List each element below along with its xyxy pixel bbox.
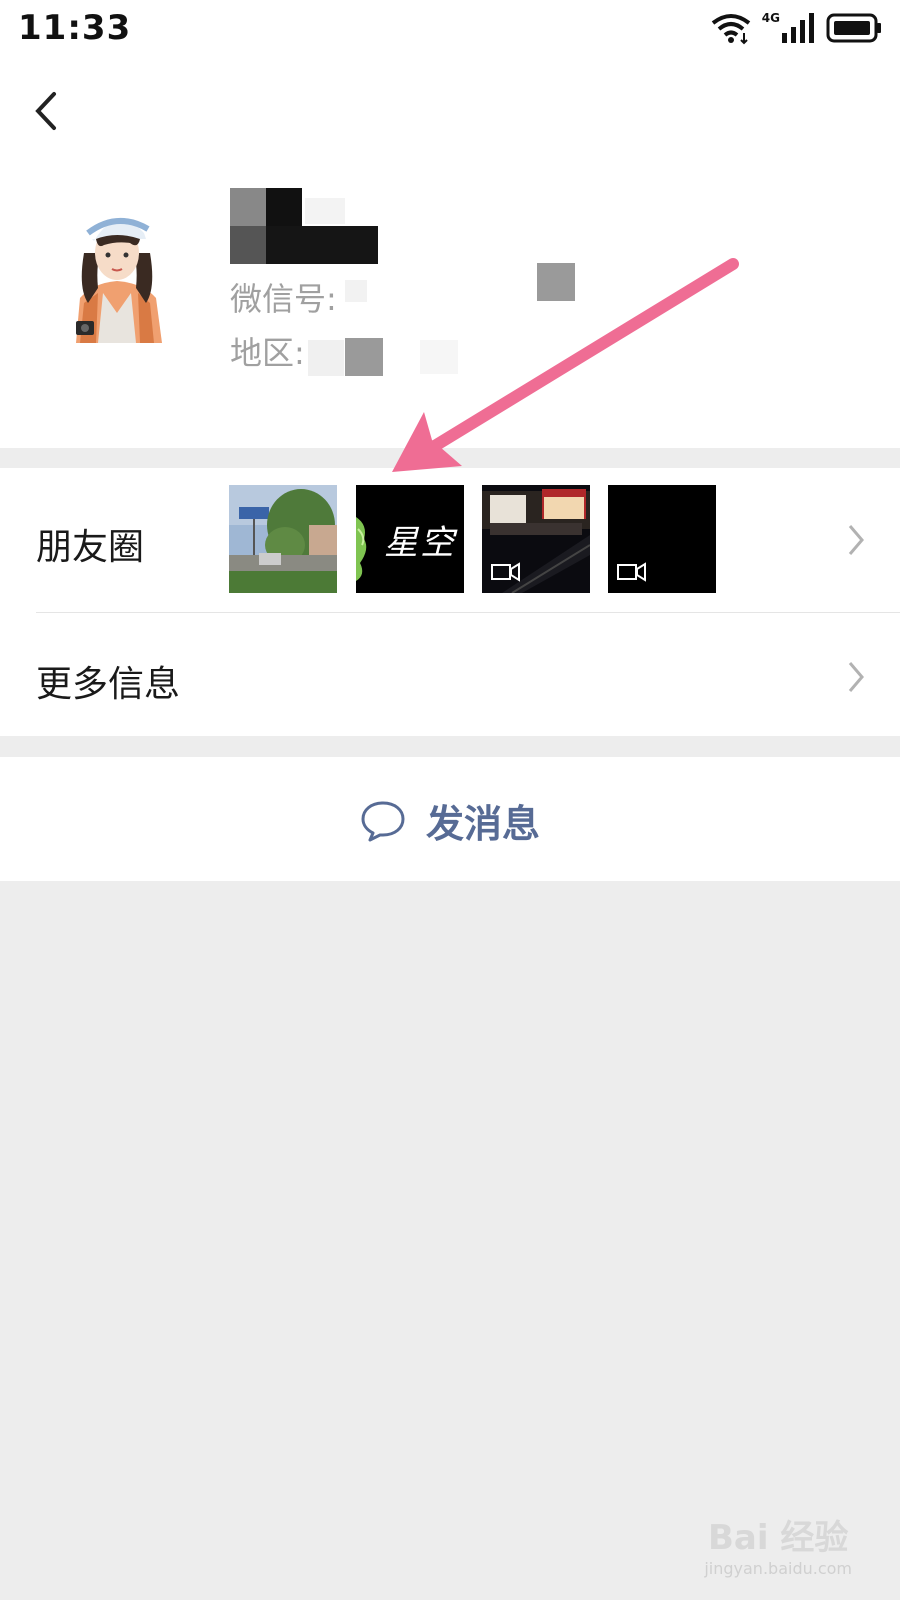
status-time: 11:33 — [18, 8, 132, 48]
moments-thumbnail-video-night[interactable] — [482, 485, 590, 593]
profile-header: 微信号: 地区: — [0, 58, 900, 448]
status-bar: 11:33 4G — [0, 0, 900, 58]
moments-thumbnail-street[interactable] — [229, 485, 337, 593]
battery-icon — [826, 13, 881, 43]
watermark-sub: jingyan.baidu.com — [704, 1559, 852, 1578]
chevron-right-icon — [848, 525, 864, 555]
region-label: 地区: — [230, 334, 305, 372]
nickname-mosaic — [230, 188, 378, 264]
moments-thumbnail-video-dark[interactable] — [608, 485, 716, 593]
more-info-label: 更多信息 — [36, 664, 181, 705]
send-message-label: 发消息 — [426, 802, 541, 846]
chevron-left-icon[interactable] — [26, 86, 66, 136]
chat-bubble-icon — [361, 801, 405, 841]
thumbnail-caption: 星空 — [384, 523, 456, 563]
moments-label: 朋友圈 — [36, 527, 145, 568]
wifi-icon — [711, 14, 751, 45]
wechat-id-mosaic-light — [345, 280, 367, 302]
status-icons: 4G — [710, 10, 882, 46]
send-message-content: 发消息 — [360, 793, 540, 848]
signal-icon — [782, 13, 814, 43]
region-mosaic-light — [308, 340, 344, 376]
region-mosaic-faint — [420, 340, 458, 374]
network-type: 4G — [761, 11, 780, 25]
baidu-jingyan-watermark: Bai 经验 jingyan.baidu.com — [704, 1510, 852, 1578]
watermark-main: Bai 经验 — [707, 1518, 849, 1558]
wechat-id-label: 微信号: — [230, 280, 337, 318]
send-message-button[interactable]: 发消息 — [0, 757, 900, 881]
moments-thumbnail-starry-text[interactable]: 星空 — [356, 485, 464, 593]
chevron-right-icon — [848, 662, 864, 692]
wechat-id-mosaic — [537, 263, 575, 301]
region-mosaic — [345, 338, 383, 376]
more-info-row[interactable]: 更多信息 — [0, 613, 900, 736]
avatar[interactable] — [58, 193, 176, 343]
